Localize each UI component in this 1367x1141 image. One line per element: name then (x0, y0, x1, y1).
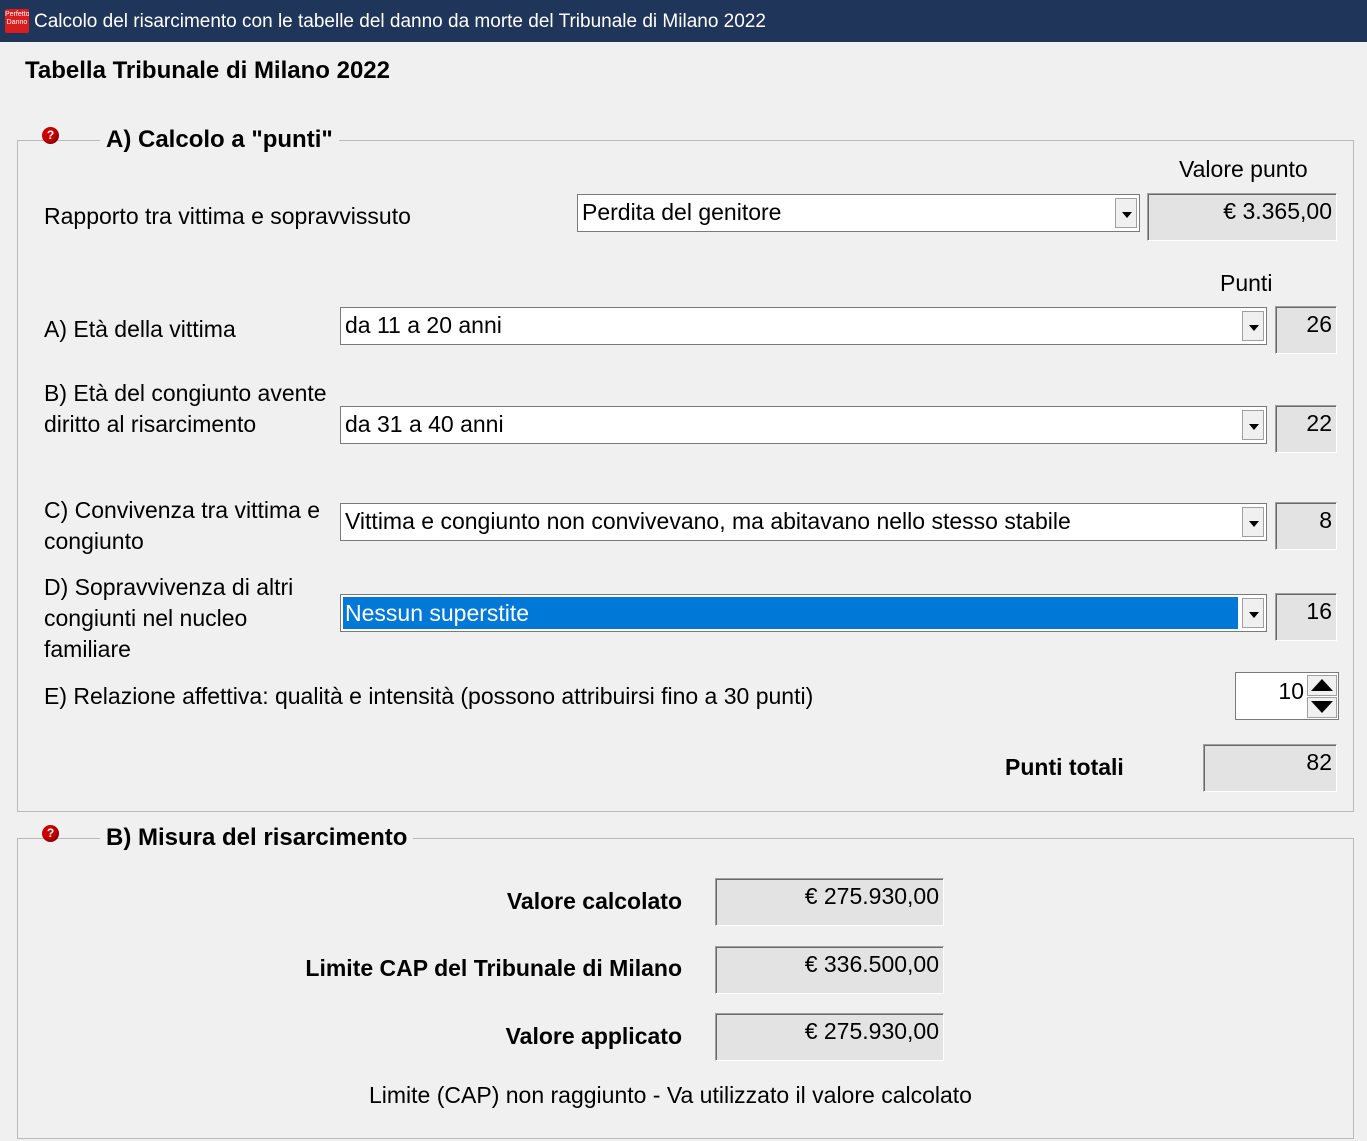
eta-congiunto-value: da 31 a 40 anni (345, 411, 504, 437)
sopravvivenza-label-line1: D) Sopravvivenza di altri (44, 574, 294, 600)
sopravvivenza-select[interactable]: Nessun superstite (340, 594, 1267, 632)
sopravvivenza-value: Nessun superstite (342, 596, 1239, 630)
sopravvivenza-label-line3: familiare (44, 636, 131, 662)
app-icon: Perfetto Danno (5, 9, 29, 33)
valore-calcolato-value: € 275.930,00 (804, 883, 939, 909)
help-icon-section-b[interactable]: ? (42, 825, 59, 842)
limite-cap-value: € 336.500,00 (804, 951, 939, 977)
eta-vittima-value: da 11 a 20 anni (345, 312, 502, 338)
punti-totali-value: 82 (1306, 749, 1332, 775)
valore-calcolato-field: € 275.930,00 (715, 878, 944, 926)
eta-congiunto-punti-field: 22 (1275, 405, 1337, 453)
convivenza-label-line2: congiunto (44, 528, 144, 554)
eta-vittima-punti-field: 26 (1275, 306, 1337, 354)
limite-cap-label: Limite CAP del Tribunale di Milano (305, 955, 682, 981)
stepper-down-icon[interactable] (1307, 697, 1337, 718)
convivenza-select[interactable]: Vittima e congiunto non convivevano, ma … (340, 503, 1267, 541)
convivenza-label-line1: C) Convivenza tra vittima e (44, 497, 321, 523)
relazione-punti-stepper[interactable]: 10 (1235, 672, 1339, 720)
chevron-down-icon[interactable] (1242, 598, 1264, 628)
valore-punto-label: Valore punto (1179, 156, 1308, 182)
relazione-label: E) Relazione affettiva: qualità e intens… (44, 683, 814, 709)
relazione-punti-value: 10 (1278, 678, 1304, 704)
punti-totali-label: Punti totali (1005, 754, 1124, 780)
rapporto-select-value: Perdita del genitore (582, 199, 782, 225)
valore-punto-field: € 3.365,00 (1147, 193, 1337, 241)
valore-calcolato-label: Valore calcolato (506, 888, 682, 914)
app-icon-text: Perfetto Danno (5, 11, 29, 26)
eta-congiunto-punti: 22 (1306, 410, 1332, 436)
stepper-up-icon[interactable] (1307, 675, 1337, 696)
valore-punto-value: € 3.365,00 (1223, 198, 1332, 224)
page-title: Tabella Tribunale di Milano 2022 (25, 57, 390, 84)
eta-vittima-select[interactable]: da 11 a 20 anni (340, 307, 1267, 345)
sopravvivenza-punti-field: 16 (1275, 593, 1337, 641)
chevron-down-icon[interactable] (1242, 507, 1264, 537)
sopravvivenza-punti: 16 (1306, 598, 1332, 624)
convivenza-punti-field: 8 (1275, 502, 1337, 550)
eta-vittima-punti: 26 (1306, 311, 1332, 337)
section-b-title: B) Misura del risarcimento (100, 824, 414, 852)
eta-vittima-label: A) Età della vittima (44, 316, 236, 342)
valore-applicato-field: € 275.930,00 (715, 1013, 944, 1061)
chevron-down-icon[interactable] (1242, 311, 1264, 341)
punti-column-label: Punti (1220, 270, 1273, 296)
eta-congiunto-label-line1: B) Età del congiunto avente (44, 380, 327, 406)
eta-congiunto-label-line2: diritto al risarcimento (44, 411, 257, 437)
cap-status-message: Limite (CAP) non raggiunto - Va utilizza… (369, 1082, 972, 1108)
window-title: Calcolo del risarcimento con le tabelle … (34, 11, 766, 32)
help-icon-section-a[interactable]: ? (42, 127, 59, 144)
eta-congiunto-select[interactable]: da 31 a 40 anni (340, 406, 1267, 444)
rapporto-label: Rapporto tra vittima e sopravvissuto (44, 203, 411, 229)
rapporto-select[interactable]: Perdita del genitore (577, 194, 1140, 232)
valore-applicato-label: Valore applicato (505, 1023, 682, 1049)
convivenza-punti: 8 (1319, 507, 1332, 533)
chevron-down-icon[interactable] (1242, 410, 1264, 440)
valore-applicato-value: € 275.930,00 (804, 1018, 939, 1044)
sopravvivenza-label-line2: congiunti nel nucleo (44, 605, 248, 631)
chevron-down-icon[interactable] (1115, 198, 1137, 228)
convivenza-value: Vittima e congiunto non convivevano, ma … (345, 508, 1071, 534)
section-a-title: A) Calcolo a "punti" (100, 126, 339, 154)
punti-totali-field: 82 (1203, 744, 1337, 792)
limite-cap-field: € 336.500,00 (715, 946, 944, 994)
